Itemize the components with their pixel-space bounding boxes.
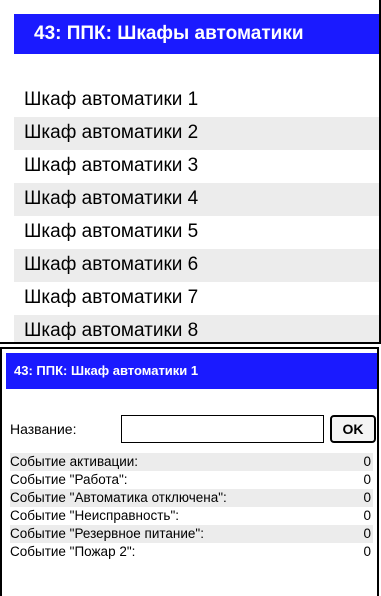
- cabinet-details-panel: 43: ППК: Шкаф автоматики 1 Название: OK …: [0, 347, 379, 596]
- name-row: Название: OK: [10, 415, 376, 443]
- events-list: Событие активации: 0 Событие "Работа": 0…: [10, 453, 373, 561]
- cabinet-item-8[interactable]: Шкаф автоматики 8: [14, 315, 379, 342]
- event-value[interactable]: 0: [363, 471, 373, 489]
- event-row-backup-power: Событие "Резервное питание": 0: [10, 525, 373, 543]
- event-label: Событие "Неисправность":: [10, 508, 179, 523]
- event-label: Событие "Пожар 2":: [10, 544, 136, 559]
- cabinet-item-6[interactable]: Шкаф автоматики 6: [14, 249, 379, 282]
- event-value[interactable]: 0: [363, 525, 373, 543]
- cabinet-item-1[interactable]: Шкаф автоматики 1: [14, 84, 379, 117]
- event-label: Событие активации:: [10, 454, 139, 469]
- cabinets-list-panel: 43: ППК: Шкафы автоматики Шкаф автоматик…: [0, 0, 381, 344]
- cabinets-panel-title: 43: ППК: Шкафы автоматики: [14, 14, 379, 54]
- cabinet-item-2[interactable]: Шкаф автоматики 2: [14, 117, 379, 150]
- cabinet-item-4[interactable]: Шкаф автоматики 4: [14, 183, 379, 216]
- event-row-fault: Событие "Неисправность": 0: [10, 507, 373, 525]
- event-row-work: Событие "Работа": 0: [10, 471, 373, 489]
- event-label: Событие "Работа":: [10, 472, 128, 487]
- event-row-fire-2: Событие "Пожар 2": 0: [10, 543, 373, 561]
- event-label: Событие "Автоматика отключена":: [10, 490, 227, 505]
- name-input[interactable]: [121, 415, 324, 443]
- event-value[interactable]: 0: [363, 507, 373, 525]
- event-value[interactable]: 0: [363, 543, 373, 561]
- event-row-automation-off: Событие "Автоматика отключена": 0: [10, 489, 373, 507]
- cabinet-details-title: 43: ППК: Шкаф автоматики 1: [6, 353, 377, 389]
- cabinet-item-5[interactable]: Шкаф автоматики 5: [14, 216, 379, 249]
- event-label: Событие "Резервное питание":: [10, 526, 204, 541]
- event-value[interactable]: 0: [363, 453, 373, 471]
- name-label: Название:: [10, 421, 77, 437]
- event-value[interactable]: 0: [363, 489, 373, 507]
- cabinet-item-7[interactable]: Шкаф автоматики 7: [14, 282, 379, 315]
- event-row-activation: Событие активации: 0: [10, 453, 373, 471]
- cabinet-item-3[interactable]: Шкаф автоматики 3: [14, 150, 379, 183]
- cabinet-list: Шкаф автоматики 1 Шкаф автоматики 2 Шкаф…: [14, 84, 379, 342]
- ok-button[interactable]: OK: [330, 415, 376, 443]
